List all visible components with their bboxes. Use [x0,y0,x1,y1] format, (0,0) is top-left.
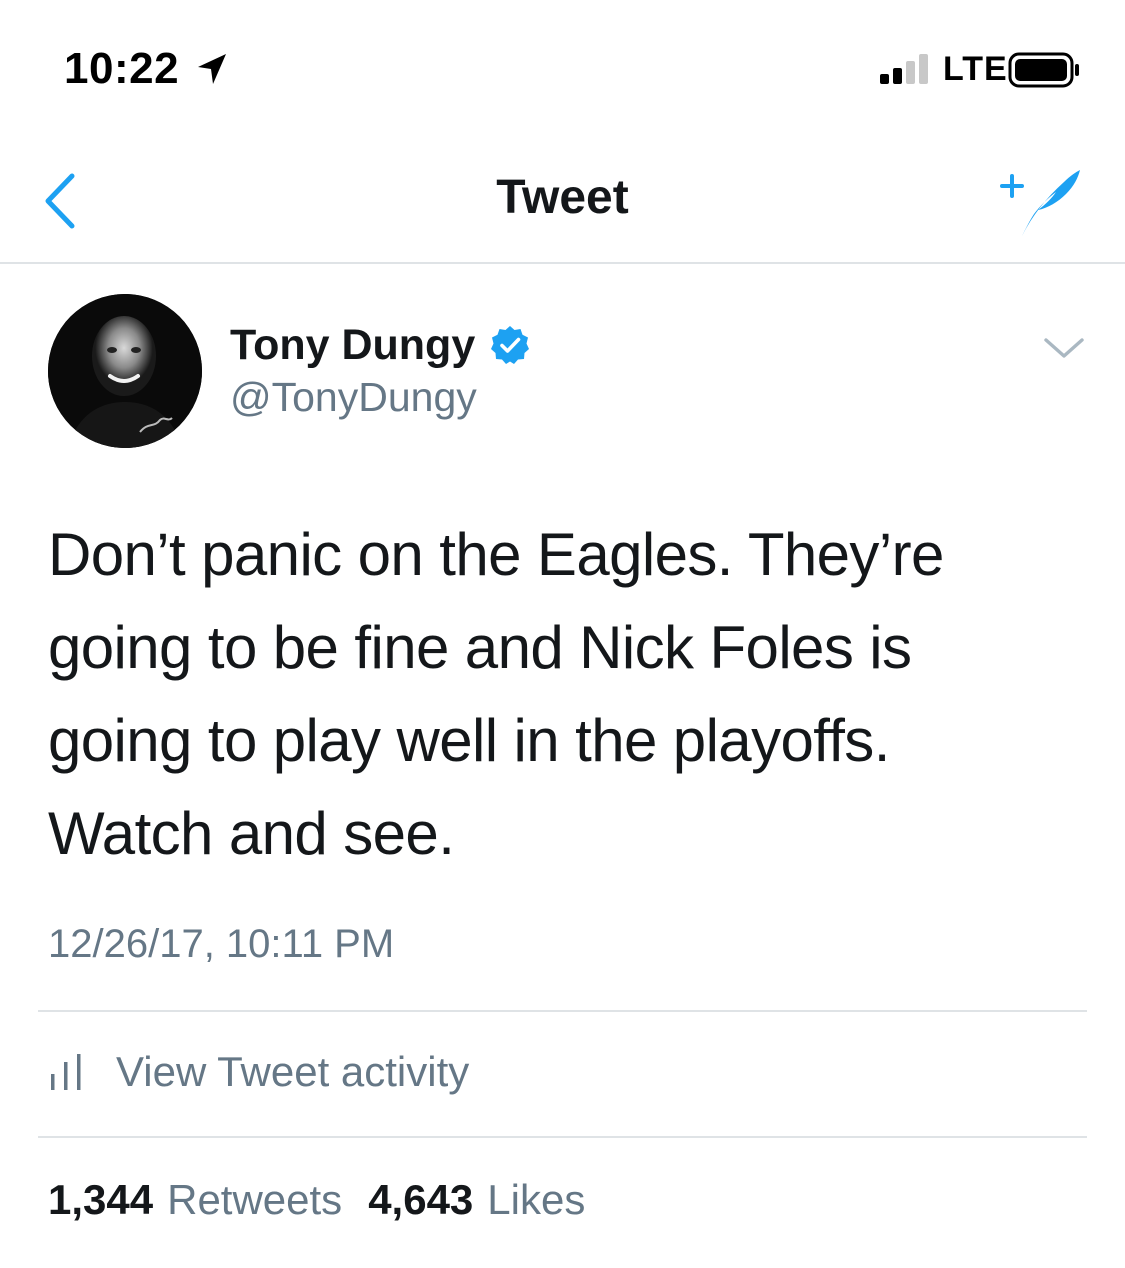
chevron-down-icon[interactable] [1040,330,1088,366]
retweets-label: Retweets [167,1176,343,1223]
compose-tweet-icon[interactable] [998,164,1084,240]
tweet-text-line: Watch and see. [48,800,455,867]
analytics-bars-icon [51,1054,81,1090]
avatar[interactable] [48,294,202,448]
status-bar: 10:22 LTE [0,0,1125,140]
author-handle[interactable]: @TonyDungy [230,374,477,421]
tweet-text: Don’t panic on the Eagles. They’re going… [48,508,1088,880]
view-tweet-activity-label: View Tweet activity [116,1048,470,1095]
verified-badge-icon [491,326,530,364]
network-label: LTE [943,50,1008,88]
view-tweet-activity-button[interactable]: View Tweet activity [48,1040,469,1104]
likes-label: Likes [487,1176,586,1223]
nav-bar: Tweet [0,140,1125,264]
avatar-portrait-image [48,294,202,448]
likes-stat[interactable]: 4,643 Likes [368,1176,585,1224]
tweet-text-line: going to be fine and Nick Foles is [48,614,912,681]
likes-count: 4,643 [368,1176,474,1223]
tweet-stats: 1,344 Retweets 4,643 Likes [48,1176,611,1224]
divider [38,1010,1087,1012]
status-time: 10:22 [64,44,180,93]
retweets-count: 1,344 [48,1176,154,1223]
tweet-text-line: going to play well in the playoffs. [48,707,890,774]
divider [38,1136,1087,1138]
page-title: Tweet [496,171,629,224]
tweet-text-line: Don’t panic on the Eagles. They’re [48,521,944,588]
signal-icon [880,54,928,84]
retweets-stat[interactable]: 1,344 Retweets [48,1176,342,1224]
author-display-name: Tony Dungy [230,320,476,369]
location-arrow-icon [198,54,226,84]
battery-icon [1008,52,1079,88]
tweet-timestamp: 12/26/17, 10:11 PM [48,922,395,966]
author-name-row[interactable]: Tony Dungy [230,318,531,372]
